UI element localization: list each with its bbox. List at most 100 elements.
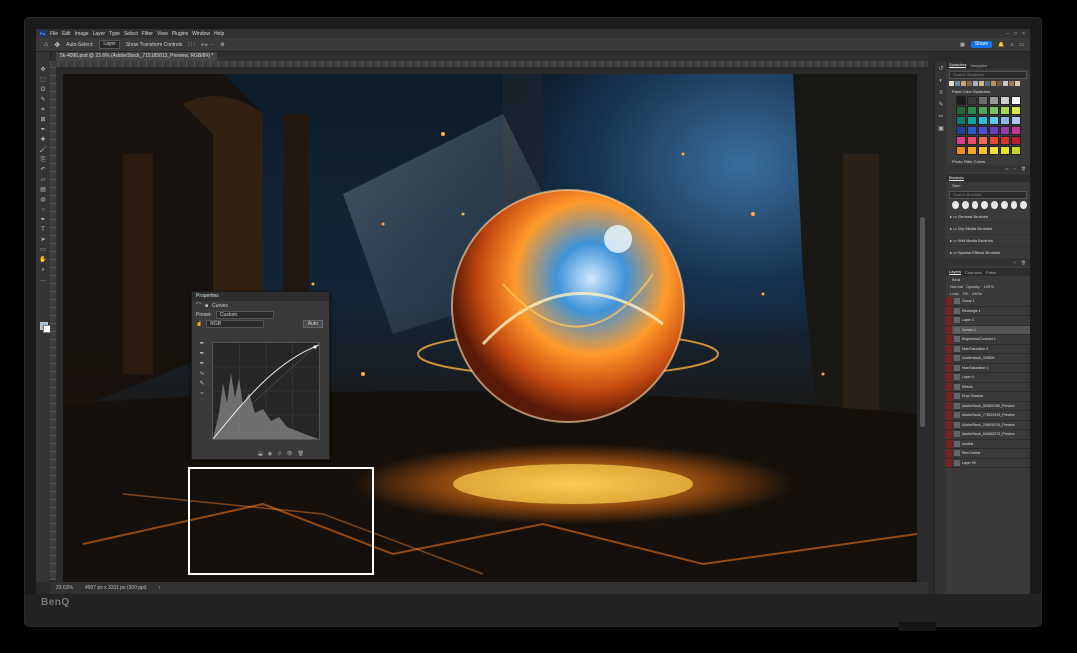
align-icon[interactable]: ⫶ ⫶ ⫶: [188, 42, 195, 48]
brush-tip[interactable]: [1010, 201, 1018, 209]
search-icon[interactable]: ⌕: [1010, 42, 1013, 48]
opacity-value[interactable]: 100%: [984, 283, 994, 290]
layer-row[interactable]: Layer 4: [946, 373, 1030, 383]
color-swatch[interactable]: [1011, 116, 1021, 125]
visibility-eye-icon[interactable]: [946, 430, 952, 439]
channel-select[interactable]: RGB: [206, 319, 265, 328]
new-swatch-icon[interactable]: +: [1014, 166, 1016, 171]
layer-row[interactable]: Group 1: [946, 297, 1030, 307]
brush-tip[interactable]: [961, 201, 969, 209]
brush-folder[interactable]: ▸ ▭ Dry Media Brushes: [946, 223, 1030, 235]
layer-row[interactable]: Hue/Saturation 3: [946, 344, 1030, 354]
view-previous-icon[interactable]: ◉: [268, 451, 272, 457]
color-swatch[interactable]: [1011, 126, 1021, 135]
notification-icon[interactable]: 🔔: [998, 42, 1004, 48]
brush-tip[interactable]: [981, 201, 988, 209]
blur-tool-icon[interactable]: ◍: [39, 196, 47, 204]
menu-filter[interactable]: Filter: [142, 31, 153, 37]
marquee-tool-icon[interactable]: ⬚: [39, 76, 47, 84]
menu-edit[interactable]: Edit: [62, 31, 71, 37]
recent-swatch[interactable]: [955, 81, 960, 86]
color-swatch[interactable]: [989, 116, 999, 125]
frame-tool-icon[interactable]: ⊠: [39, 116, 47, 124]
brush-tip[interactable]: [971, 201, 979, 209]
path-select-tool-icon[interactable]: ➤: [39, 236, 47, 244]
move-tool-icon[interactable]: ✥: [54, 41, 60, 49]
swatch-group-photo[interactable]: Photo Filter Colors: [946, 158, 1030, 165]
recent-swatch[interactable]: [949, 81, 954, 86]
recent-swatch[interactable]: [967, 81, 972, 86]
eyedropper-gray-icon[interactable]: ✒: [198, 350, 206, 358]
pen-tool-icon[interactable]: ✒: [39, 216, 47, 224]
layer-row[interactable]: Layer 3: [946, 316, 1030, 326]
color-swatch[interactable]: [967, 136, 977, 145]
color-swatch[interactable]: [1011, 106, 1021, 115]
color-swatch[interactable]: [978, 96, 988, 105]
color-swatch[interactable]: [956, 106, 966, 115]
libraries-icon[interactable]: ▣: [937, 125, 945, 133]
brush-folder[interactable]: ▸ ▭ Wet Media Brushes: [946, 235, 1030, 247]
delete-brush-icon[interactable]: 🗑: [1021, 260, 1026, 265]
color-swatch[interactable]: [967, 106, 977, 115]
layer-row[interactable]: Red Outline: [946, 449, 1030, 459]
color-swatch[interactable]: [978, 136, 988, 145]
color-swatch[interactable]: [967, 96, 977, 105]
recent-swatch[interactable]: [973, 81, 978, 86]
dodge-tool-icon[interactable]: ○: [39, 206, 47, 214]
color-swatch[interactable]: [956, 96, 966, 105]
layer-row[interactable]: Hue/Saturation 1: [946, 363, 1030, 373]
color-swatch[interactable]: [1000, 96, 1010, 105]
color-swatch[interactable]: [989, 146, 999, 155]
visibility-eye-icon[interactable]: [946, 411, 952, 420]
document-tab[interactable]: 5k-4096.psd @ 23.6% (AdobeStock_71518581…: [56, 52, 218, 61]
layer-row[interactable]: Curves 1: [946, 325, 1030, 335]
color-swatch[interactable]: [989, 96, 999, 105]
properties-title[interactable]: Properties: [192, 292, 329, 301]
gradient-tool-icon[interactable]: ▤: [39, 186, 47, 194]
eyedropper-tool-icon[interactable]: ✒: [39, 126, 47, 134]
quick-select-tool-icon[interactable]: ✎: [39, 96, 47, 104]
visibility-eye-icon[interactable]: [946, 420, 952, 429]
brushes-search[interactable]: Search Brushes: [949, 191, 1027, 199]
visibility-eye-icon[interactable]: [946, 382, 952, 391]
curve-point-icon[interactable]: ∿: [198, 370, 206, 378]
history-icon[interactable]: ↺: [937, 65, 945, 73]
type-tool-icon[interactable]: T: [39, 226, 47, 234]
recent-swatch[interactable]: [979, 81, 984, 86]
smooth-icon[interactable]: ≈: [198, 390, 206, 398]
layer-row[interactable]: AdobeStock_778321493_Preview: [946, 411, 1030, 421]
visibility-eye-icon[interactable]: [946, 325, 952, 334]
share-button[interactable]: Share: [970, 41, 993, 48]
recent-swatch[interactable]: [961, 81, 966, 86]
color-swatch[interactable]: [1011, 146, 1021, 155]
move-tool-icon[interactable]: ✥: [39, 66, 47, 74]
color-swatch[interactable]: [989, 106, 999, 115]
color-swatch[interactable]: [989, 136, 999, 145]
more-tool-icon[interactable]: …: [39, 276, 47, 284]
recent-swatch[interactable]: [985, 81, 990, 86]
tab-paths[interactable]: Paths: [986, 270, 996, 275]
eyedropper-black-icon[interactable]: ✒: [198, 340, 206, 348]
layer-select[interactable]: Layer: [99, 40, 120, 49]
close-icon[interactable]: ×: [1022, 31, 1025, 37]
blend-mode-select[interactable]: Normal: [950, 283, 963, 290]
visibility-eye-icon[interactable]: [946, 449, 952, 458]
color-swatch[interactable]: [967, 146, 977, 155]
menu-plugins[interactable]: Plugins: [172, 31, 188, 37]
maximize-icon[interactable]: □: [1014, 31, 1017, 37]
swatches-search[interactable]: Search Swatches: [949, 71, 1027, 79]
settings-icon[interactable]: ⚙: [220, 42, 224, 48]
color-swatch[interactable]: [978, 116, 988, 125]
show-transform-checkbox[interactable]: Show Transform Controls: [126, 42, 182, 48]
healing-tool-icon[interactable]: ✚: [39, 136, 47, 144]
recent-swatch[interactable]: [1015, 81, 1020, 86]
hand-tool-icon[interactable]: ✋: [39, 256, 47, 264]
color-swatch[interactable]: [1000, 146, 1010, 155]
menu-image[interactable]: Image: [75, 31, 89, 37]
layer-row[interactable]: Effects: [946, 382, 1030, 392]
color-swatch[interactable]: [967, 126, 977, 135]
tab-channels[interactable]: Channels: [965, 270, 982, 275]
color-swatch[interactable]: [956, 116, 966, 125]
delete-swatch-icon[interactable]: 🗑: [1021, 166, 1026, 171]
preset-select[interactable]: Custom: [215, 310, 274, 319]
